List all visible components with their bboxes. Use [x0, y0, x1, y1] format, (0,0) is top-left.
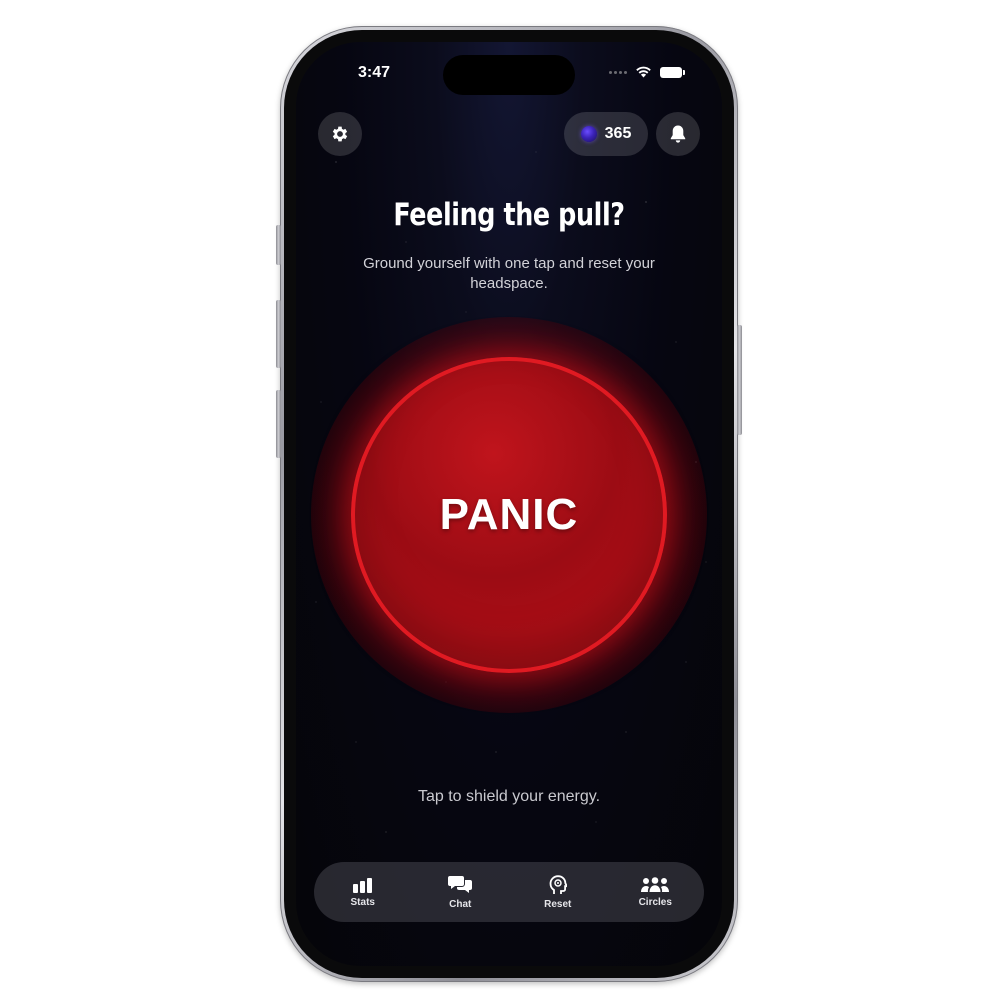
tab-reset-label: Reset: [544, 898, 572, 910]
tab-reset[interactable]: Reset: [518, 874, 598, 910]
points-badge[interactable]: 365: [564, 112, 648, 156]
tap-hint: Tap to shield your energy.: [417, 788, 601, 805]
tab-bar: Stats Chat Reset Circles: [314, 862, 704, 922]
volume-down-button: [276, 390, 281, 458]
notifications-button[interactable]: [656, 112, 700, 156]
bell-icon: [670, 125, 686, 143]
page-subtitle: Ground yourself with one tap and reset y…: [363, 255, 655, 292]
tab-stats-label: Stats: [350, 896, 375, 908]
settings-button[interactable]: [318, 112, 362, 156]
tab-chat[interactable]: Chat: [420, 875, 500, 910]
chat-bubbles-icon: [448, 875, 473, 893]
status-time: 3:47: [358, 64, 391, 81]
tab-circles-label: Circles: [638, 896, 672, 908]
points-count: 365: [604, 125, 632, 142]
cellular-signal-icon: [609, 70, 627, 74]
gear-icon: [332, 126, 348, 142]
status-icons: [609, 66, 685, 78]
action-button: [276, 225, 281, 265]
tab-circles[interactable]: Circles: [615, 876, 695, 908]
bar-chart-icon: [352, 877, 372, 893]
energy-orb-icon: [580, 126, 597, 142]
app-screen: 3:47 365 Feeling the pull? Ground yourse…: [296, 42, 722, 966]
battery-icon: [660, 66, 685, 78]
tab-chat-label: Chat: [449, 898, 472, 910]
tab-stats[interactable]: Stats: [323, 877, 403, 908]
people-group-icon: [641, 876, 670, 892]
panic-button[interactable]: PANIC: [351, 357, 667, 673]
panic-button-label: PANIC: [439, 490, 579, 539]
page-title: Feeling the pull?: [393, 197, 625, 233]
wifi-icon: [636, 66, 651, 78]
dynamic-island: [443, 55, 575, 95]
volume-up-button: [276, 300, 281, 368]
head-icon: [549, 874, 567, 894]
power-button: [737, 325, 742, 435]
